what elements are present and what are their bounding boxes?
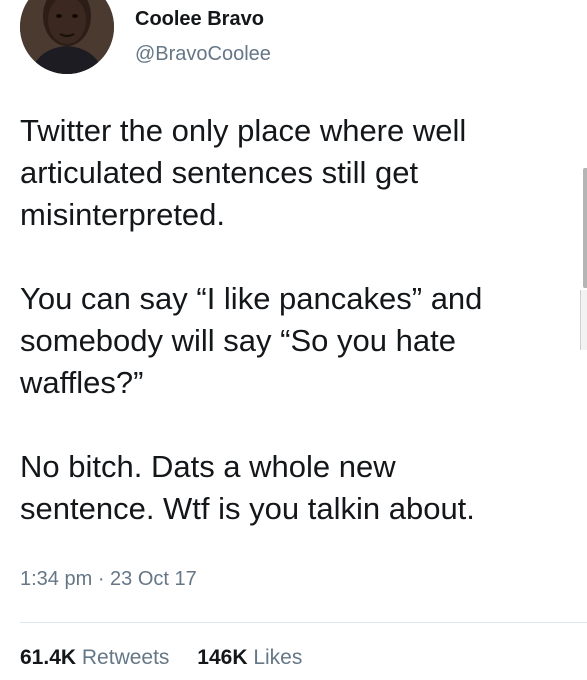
likes-label: Likes [253, 646, 303, 669]
engagement-stats: 61.4K Retweets 146K Likes [20, 646, 324, 670]
retweets-label: Retweets [81, 646, 170, 669]
retweets-count: 61.4K [20, 646, 77, 669]
profile-photo-icon [20, 0, 114, 74]
tweet-paragraph-2: You can say “I like pancakes” and somebo… [20, 281, 483, 400]
likes-link[interactable]: 146K Likes [197, 646, 302, 670]
author-handle[interactable]: @BravoCoolee [135, 43, 271, 66]
tweet-timestamp[interactable]: 1:34 pm · 23 Oct 17 [20, 568, 197, 591]
scrollbar[interactable] [583, 168, 587, 288]
adjacent-card-edge [580, 290, 587, 350]
avatar[interactable] [20, 0, 114, 74]
tweet-paragraph-1: Twitter the only place where well articu… [20, 113, 467, 232]
divider [20, 622, 587, 623]
tweet-card: Coolee Bravo @BravoCoolee Twitter the on… [0, 0, 587, 680]
author-display-name[interactable]: Coolee Bravo [135, 8, 264, 31]
tweet-paragraph-3: No bitch. Dats a whole new sentence. Wtf… [20, 449, 475, 526]
tweet-text: Twitter the only place where well articu… [20, 110, 580, 530]
likes-count: 146K [197, 646, 248, 669]
retweets-link[interactable]: 61.4K Retweets [20, 646, 169, 670]
